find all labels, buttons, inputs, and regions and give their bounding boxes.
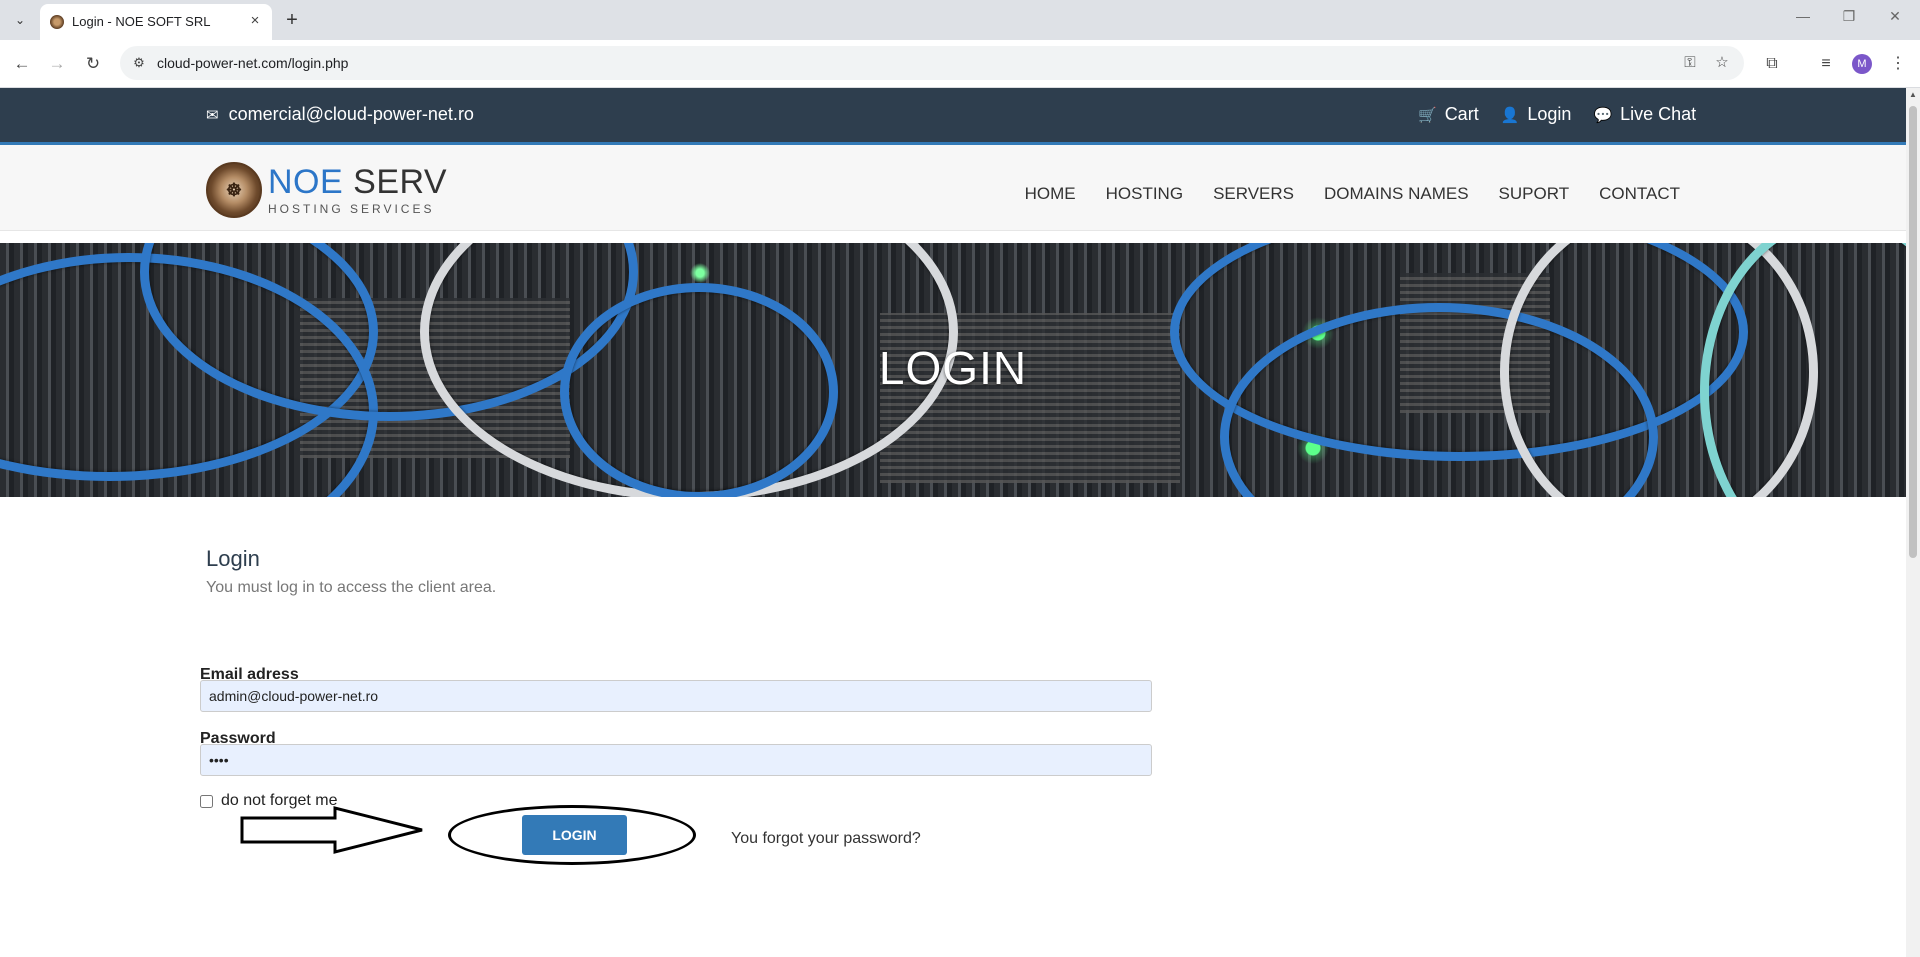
login-link[interactable]: 👤 Login	[1501, 104, 1572, 125]
top-links: 🛒 Cart 👤 Login 💬 Live Chat	[1418, 104, 1696, 125]
logo-noe: NOE	[268, 163, 344, 201]
nav-domains-names[interactable]: DOMAINS NAMES	[1324, 184, 1469, 204]
envelope-icon: ✉	[206, 106, 219, 124]
address-bar[interactable]: ⚙ cloud-power-net.com/login.php ⚿ ☆	[120, 46, 1744, 80]
page-viewport: ✉ comercial@cloud-power-net.ro 🛒 Cart 👤 …	[0, 88, 1906, 957]
back-arrow-icon[interactable]: ←	[10, 52, 34, 76]
forward-arrow-icon[interactable]: →	[45, 52, 69, 76]
hero-banner: LOGIN	[0, 243, 1906, 497]
forgot-password-link[interactable]: You forgot your password?	[731, 830, 921, 848]
top-contact-bar: ✉ comercial@cloud-power-net.ro 🛒 Cart 👤 …	[0, 88, 1906, 145]
minimize-window-icon[interactable]: —	[1780, 8, 1826, 24]
logo-serv: SERV	[353, 163, 448, 201]
bookmark-star-icon[interactable]: ☆	[1712, 53, 1732, 73]
remember-checkbox[interactable]	[200, 794, 213, 808]
cart-link[interactable]: 🛒 Cart	[1418, 104, 1479, 125]
page-scrollbar[interactable]: ▲	[1906, 88, 1920, 957]
live-chat-label: Live Chat	[1620, 104, 1697, 124]
restore-window-icon[interactable]: ❐	[1826, 8, 1872, 25]
contact-email[interactable]: ✉ comercial@cloud-power-net.ro	[206, 104, 474, 125]
nav-contact[interactable]: CONTACT	[1599, 184, 1680, 204]
user-icon: 👤	[1500, 106, 1520, 124]
site-header: ☸ NOE SERV HOSTING SERVICES HOME HOSTING…	[0, 145, 1906, 231]
scroll-thumb[interactable]	[1909, 106, 1917, 558]
nav-hosting[interactable]: HOSTING	[1106, 184, 1183, 204]
contact-email-text: comercial@cloud-power-net.ro	[228, 104, 474, 124]
login-label: Login	[1527, 104, 1572, 124]
new-tab-plus-icon[interactable]: +	[280, 9, 304, 31]
login-button[interactable]: LOGIN	[522, 815, 627, 855]
password-key-icon[interactable]: ⚿	[1680, 53, 1700, 73]
reload-icon[interactable]: ↻	[81, 52, 105, 76]
live-chat-link[interactable]: 💬 Live Chat	[1593, 104, 1696, 125]
main-navigation: HOME HOSTING SERVERS DOMAINS NAMES SUPOR…	[1025, 184, 1680, 204]
extensions-puzzle-icon[interactable]: ⧉	[1760, 52, 1784, 76]
tab-search-chevron-icon[interactable]: ⌄	[8, 10, 32, 30]
browser-tab-bar: ⌄ Login - NOE SOFT SRL × + — ❐ ✕	[0, 0, 1920, 40]
annotation-arrow-icon	[240, 806, 423, 854]
browser-toolbar: ← → ↻ ⚙ cloud-power-net.com/login.php ⚿ …	[0, 40, 1920, 88]
site-favicon-icon	[50, 15, 64, 29]
password-field[interactable]	[200, 744, 1152, 776]
site-logo[interactable]: ☸ NOE SERV HOSTING SERVICES	[206, 162, 447, 218]
tab-close-icon[interactable]: ×	[246, 12, 264, 30]
close-window-icon[interactable]: ✕	[1872, 8, 1918, 25]
page-title: Login	[206, 546, 260, 571]
scroll-up-arrow-icon[interactable]: ▲	[1908, 90, 1918, 100]
site-info-icon[interactable]: ⚙	[130, 54, 148, 72]
nav-home[interactable]: HOME	[1025, 184, 1076, 204]
tab-title: Login - NOE SOFT SRL	[72, 14, 211, 29]
cart-label: Cart	[1444, 104, 1479, 124]
media-controls-icon[interactable]: ≡	[1814, 52, 1838, 76]
logo-emblem-icon: ☸	[206, 162, 262, 218]
browser-tab-active[interactable]: Login - NOE SOFT SRL ×	[40, 4, 272, 40]
profile-avatar[interactable]: M	[1852, 54, 1872, 74]
logo-subtitle: HOSTING SERVICES	[268, 202, 435, 216]
page-subtitle: You must log in to access the client are…	[206, 579, 497, 596]
browser-menu-icon[interactable]: ⋮	[1886, 52, 1910, 76]
email-field[interactable]	[200, 680, 1152, 712]
nav-suport[interactable]: SUPORT	[1499, 184, 1570, 204]
hero-title: LOGIN	[878, 342, 1028, 394]
nav-servers[interactable]: SERVERS	[1213, 184, 1294, 204]
chat-bubble-icon: 💬	[1593, 106, 1613, 124]
cart-icon: 🛒	[1418, 106, 1437, 124]
url-text[interactable]: cloud-power-net.com/login.php	[157, 55, 348, 71]
